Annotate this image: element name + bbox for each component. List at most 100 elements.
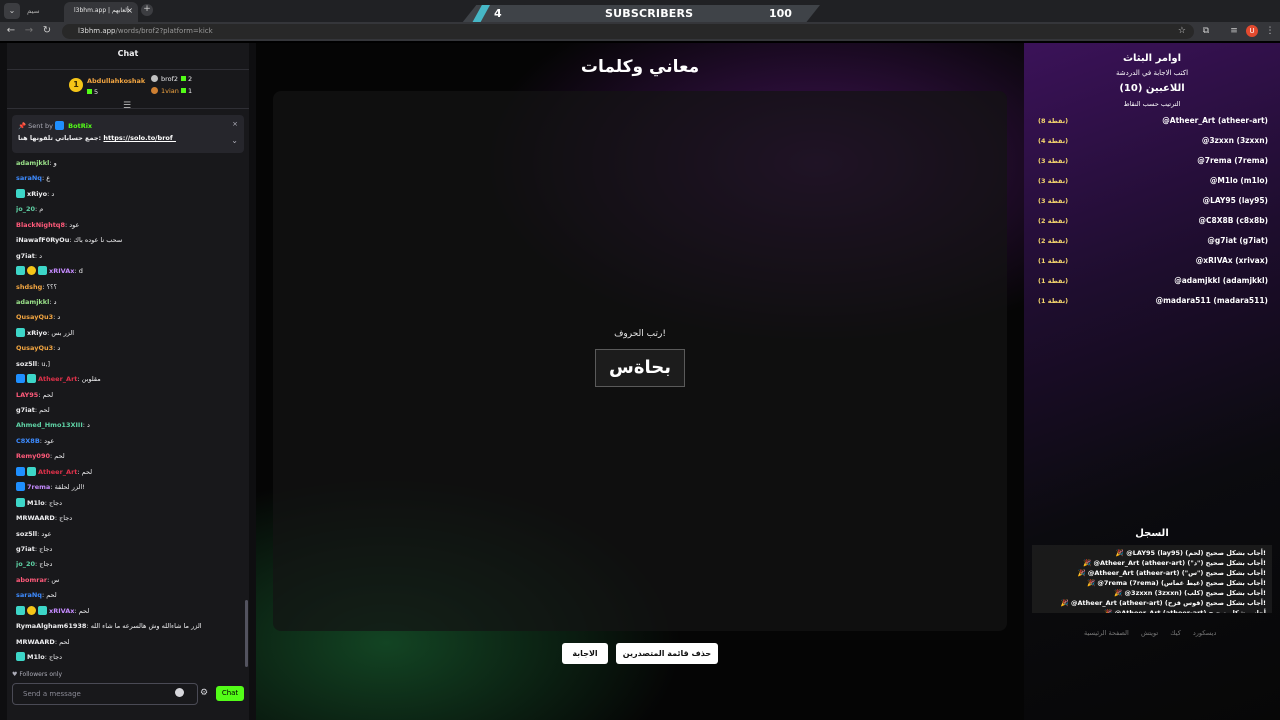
chat-username[interactable]: adamjkkl (16, 298, 49, 306)
close-tab-icon[interactable]: × (126, 2, 133, 20)
chat-text: مقلوبن (81, 375, 101, 384)
chat-username[interactable]: shdshg (16, 283, 42, 291)
footer-link-twitch[interactable]: تويتش (1141, 629, 1158, 637)
chat-username[interactable]: Remy090 (16, 452, 50, 460)
chat-message: adamjkkl: د (16, 295, 246, 310)
profile-avatar[interactable]: U (1246, 25, 1258, 37)
gifter-name[interactable]: Abdullahkoshak (87, 77, 145, 85)
gifter-count-value: 5 (94, 88, 99, 96)
reload-icon[interactable]: ↻ (39, 23, 55, 39)
chat-message: 7rema: الزر لحلقة! (16, 480, 246, 495)
chat-message-input[interactable]: Send a message (12, 683, 198, 705)
forward-icon[interactable]: → (21, 23, 37, 39)
panel-subtitle: اكتب الاجابة في الدردشة (1115, 69, 1189, 77)
chat-text: الزر لحلقة! (54, 483, 85, 492)
chat-username[interactable]: QusayQu3 (16, 313, 53, 321)
chat-username[interactable]: g7iat (16, 406, 35, 414)
chat-username[interactable]: adamjkkl (16, 159, 49, 167)
chat-message: xRiyo: د (16, 187, 246, 202)
chat-text: دجاج (39, 544, 53, 553)
chat-text: د (53, 297, 57, 306)
chat-message: BlackNightq8: عود (16, 218, 246, 233)
chat-username[interactable]: MRWAARD (16, 514, 55, 522)
bookmark-star-icon[interactable]: ☆ (1178, 24, 1186, 39)
chat-username[interactable]: M1lo (27, 653, 45, 661)
chat-username[interactable]: Atheer_Art (38, 375, 77, 383)
url-field[interactable]: l3bhm.app/words/brof2?platform=kick ☆ (62, 24, 1194, 39)
footer-link-discord[interactable]: ديسكورد (1193, 629, 1216, 637)
browser-menu-icon[interactable]: ⋮ (1264, 25, 1276, 37)
chat-scrollbar[interactable] (245, 600, 248, 667)
arrange-letters-hint: رتب الحروف! (614, 329, 666, 339)
extensions-icon[interactable]: ⧉ (1200, 25, 1212, 37)
pinned-bot-name[interactable]: BotRix (68, 122, 92, 130)
chevron-down-icon[interactable]: ⌄ (231, 136, 238, 145)
chat-username[interactable]: Atheer_Art (38, 468, 77, 476)
chat-message: xRIVAx: لحم (16, 604, 246, 619)
followers-only-label: Followers only (19, 671, 63, 678)
unpin-icon[interactable]: ⨯ (232, 120, 238, 128)
chat-username[interactable]: MRWAARD (16, 638, 55, 646)
show-answer-button[interactable]: الاجابة (562, 643, 608, 664)
chat-message: LAY95: لحم (16, 388, 246, 403)
chat-text: د (51, 189, 55, 198)
chat-username[interactable]: soz5ll (16, 530, 37, 538)
footer-link-home[interactable]: الصفحة الرئيسية (1084, 629, 1129, 637)
gifter-name-text: brof2 (161, 75, 179, 83)
new-tab-button[interactable]: + (141, 4, 153, 16)
cast-icon[interactable]: ≡ (1228, 25, 1240, 37)
chat-username[interactable]: BlackNightq8 (16, 221, 65, 229)
chat-message: QusayQu3: د (16, 310, 246, 325)
chat-username[interactable]: saraNq (16, 174, 42, 182)
tab-active[interactable]: l3bhm.app | ألعابهم × (64, 2, 138, 22)
pinned-link[interactable]: https://solo.to/brof_ (103, 134, 176, 142)
silver-medal-icon (151, 75, 158, 82)
clear-leaderboard-button[interactable]: حذف قائمة المتصدرين (616, 643, 718, 664)
chat-username[interactable]: C8X8B (16, 437, 40, 445)
player-name: @3zxxn (3zxxn) (1201, 136, 1268, 145)
gifter-count: 1 (181, 87, 192, 95)
player-name: @M1lo (m1lo) (1209, 176, 1268, 185)
chat-username[interactable]: 7rema (27, 483, 50, 491)
footer-link-kick[interactable]: كيك (1170, 629, 1181, 637)
tab-search-icon[interactable]: ⌄ (4, 3, 20, 19)
subscribers-goal: 100 (769, 7, 792, 20)
chat-text: لحم (46, 591, 57, 600)
chat-username[interactable]: abomrar (16, 576, 47, 584)
leaderboard-row: (3 نقطة) @LAY95 (lay95) (1036, 193, 1268, 213)
collapse-icon[interactable]: ☰ (123, 101, 131, 111)
chat-text: الزر ما شاءالله وش هالسرعه ما شاء الله (90, 622, 202, 631)
top-gifters: 1 Abdullahkoshak 5 brof2 2 1vian 1 (69, 75, 249, 99)
tab-inactive[interactable]: سيم (24, 3, 62, 19)
chat-send-button[interactable]: Chat (216, 686, 244, 701)
gear-icon[interactable]: ⚙ (200, 688, 208, 698)
chat-message: MRWAARD: دجاج (16, 511, 246, 526)
chat-username[interactable]: saraNq (16, 591, 42, 599)
chat-username[interactable]: LAY95 (16, 391, 38, 399)
chat-username[interactable]: xRIVAx (49, 267, 74, 275)
gem-icon (87, 89, 92, 94)
chat-username[interactable]: jo_20 (16, 205, 35, 213)
chat-message: Atheer_Art: مقلوبن (16, 372, 246, 387)
gifter-name[interactable]: brof2 (151, 75, 178, 83)
chat-username[interactable]: RymaAlgham61938 (16, 622, 86, 630)
chat-username[interactable]: jo_20 (16, 560, 35, 568)
player-points: (8 نقطة) (1038, 117, 1069, 125)
chat-username[interactable]: g7iat (16, 252, 35, 260)
chat-username[interactable]: g7iat (16, 545, 35, 553)
chat-username[interactable]: M1lo (27, 499, 45, 507)
gifter-name[interactable]: 1vian (151, 87, 179, 95)
leaderboard-row: (2 نقطة) @C8X8B (c8x8b) (1036, 213, 1268, 233)
back-icon[interactable]: ← (3, 23, 19, 39)
pinned-text-body: جمع حساباتي تلقونها هنا: (18, 134, 102, 142)
player-points: (1 نقطة) (1038, 297, 1069, 305)
chat-username[interactable]: xRiyo (27, 190, 47, 198)
chat-username[interactable]: xRiyo (27, 329, 47, 337)
player-points: (3 نقطة) (1038, 177, 1069, 185)
chat-username[interactable]: QusayQu3 (16, 344, 53, 352)
chat-username[interactable]: Ahmed_Hmo13XIII (16, 421, 83, 429)
chat-username[interactable]: iNawafF0RyOu (16, 236, 69, 244)
chat-username[interactable]: soz5ll (16, 360, 37, 368)
chat-username[interactable]: xRIVAx (49, 607, 74, 615)
emoji-icon[interactable] (175, 688, 184, 697)
